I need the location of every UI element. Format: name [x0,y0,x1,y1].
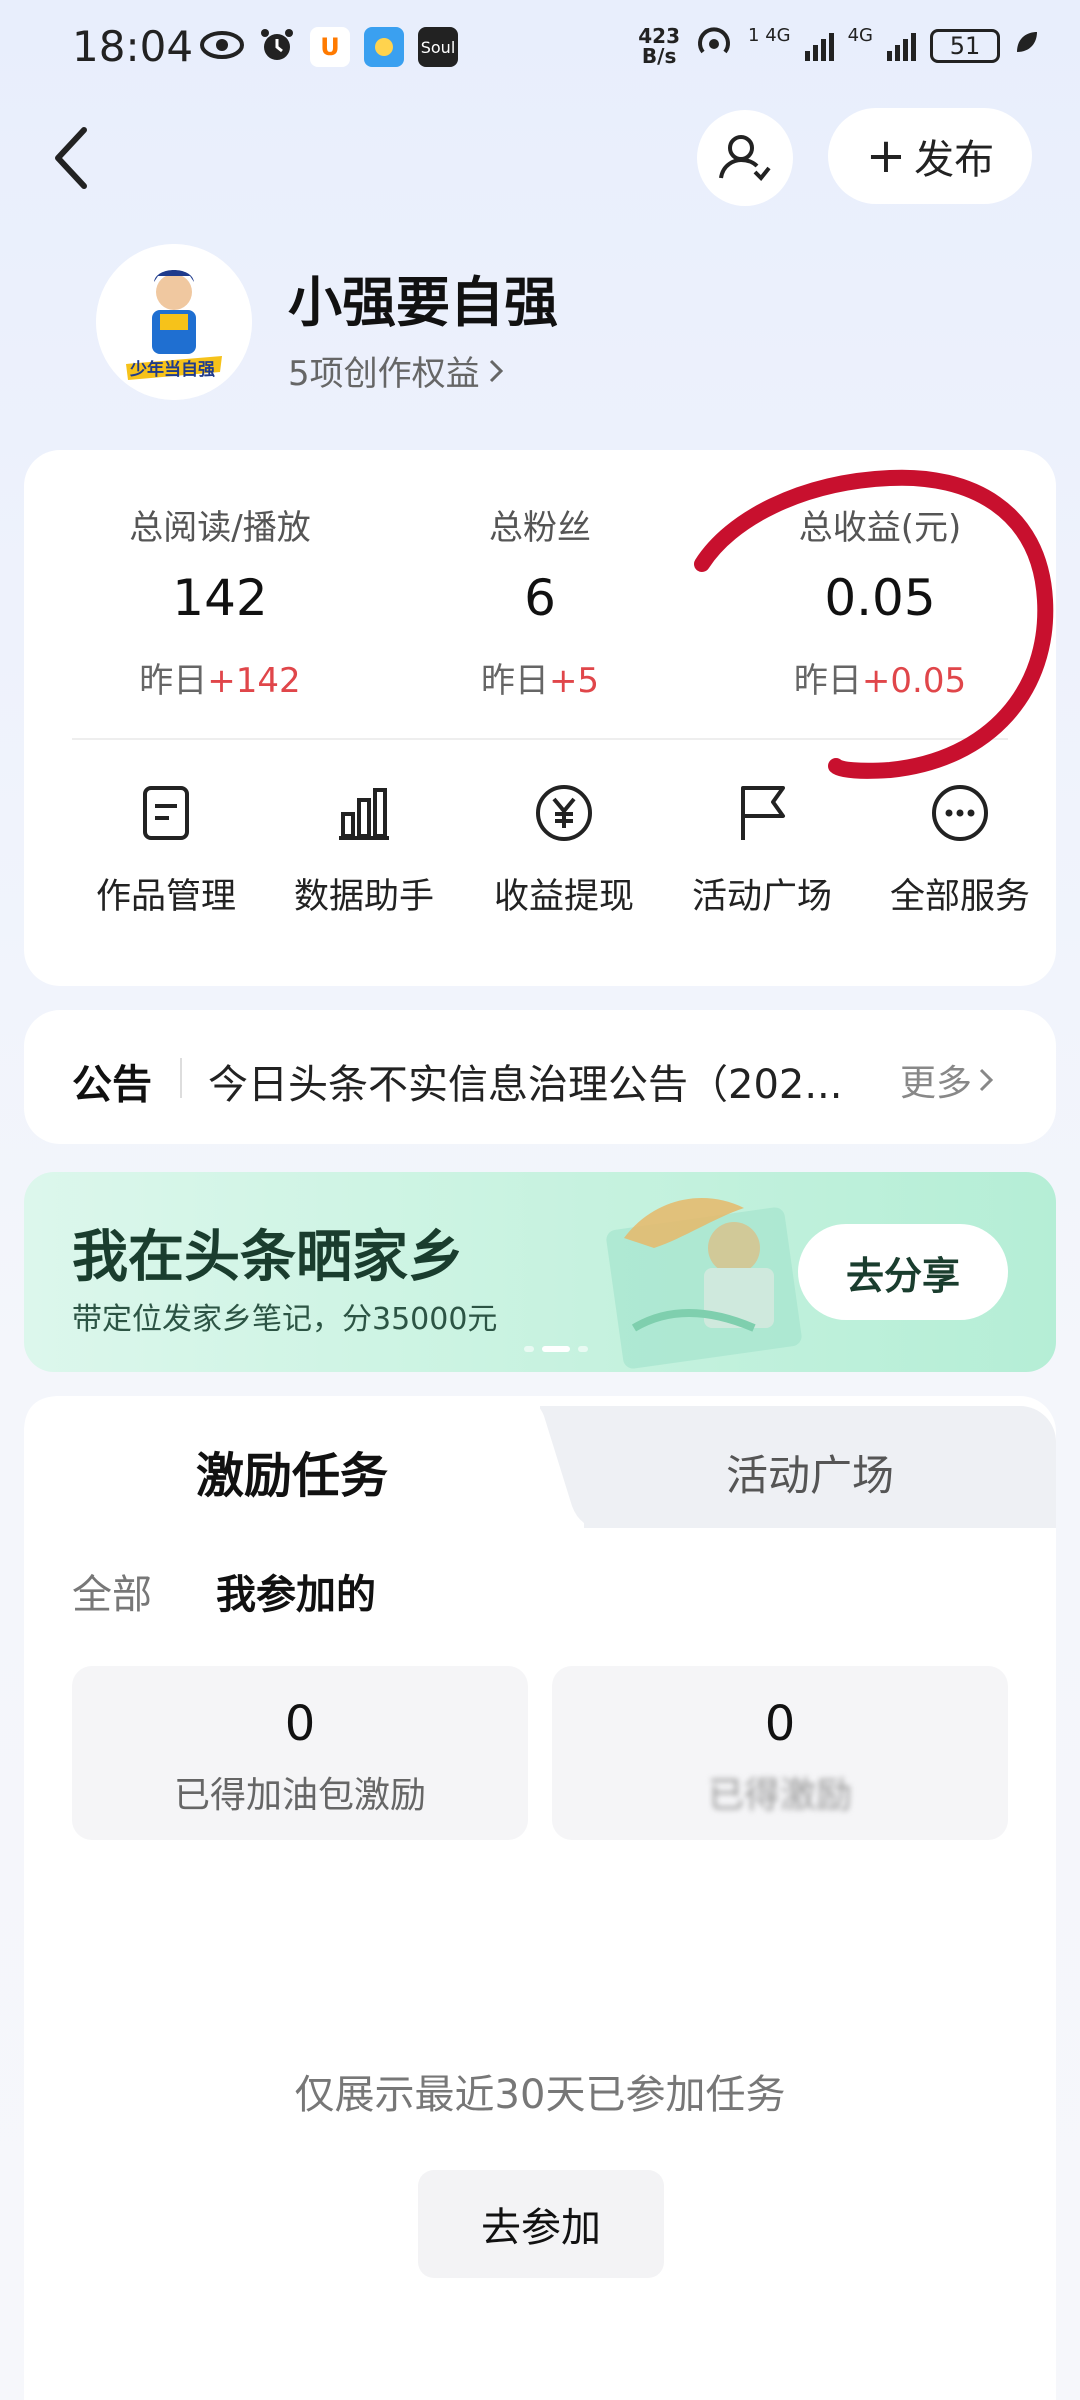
alarm-icon [258,26,296,68]
flag-icon [741,786,785,840]
tool-label: 全部服务 [889,877,1030,917]
empty-state-hint: 仅展示最近30天已参加任务 [294,2072,786,2118]
metric-value: 0 [764,1696,796,1752]
plus-icon: + [865,128,907,184]
stat-value: 0.05 [824,569,936,627]
tool-earnings-withdraw[interactable]: 收益提现 [464,782,664,919]
publish-label: 发布 [914,137,995,183]
banner-title: 我在头条晒家乡 [72,1225,464,1290]
more-dots-icon [932,785,988,841]
hotspot-icon [694,22,734,69]
status-bar: 18:04 U Soul 423 B/s 1 4G 4G 51 [0,0,1080,100]
notice-tag: 公告 [72,1062,152,1108]
user-switch-button[interactable] [697,110,793,206]
signal-icon-2 [887,31,916,61]
join-button[interactable]: 去参加 [418,2170,664,2278]
tab-activity-square[interactable]: 活动广场 [726,1442,894,1503]
tool-label: 收益提现 [493,877,634,917]
bar-chart-icon [339,788,389,840]
more-label: 更多 [900,1063,973,1104]
notice-bar[interactable]: 公告 今日头条不实信息治理公告（202... 更多 [24,1010,1056,1144]
stat-delta: 昨日+0.05 [793,661,967,701]
avatar-image: 少年当自强 [96,244,252,400]
stat-delta: 昨日+142 [139,661,301,701]
avatar-caption: 少年当自强 [129,359,215,380]
filter-all[interactable]: 全部 [72,1562,152,1620]
notice-separator [180,1058,182,1098]
eye-icon [200,30,244,64]
creator-rights-link[interactable]: 5项创作权益 [288,346,504,395]
metric-other-incentive: 0 已得激励 [552,1666,1008,1840]
yen-circle-icon [536,785,592,841]
document-icon [143,786,189,840]
stat-label: 总收益(元) [798,508,962,548]
avatar[interactable]: 少年当自强 [96,244,252,400]
stat-label: 总粉丝 [489,508,591,548]
soul-app-icon: Soul [418,27,458,67]
share-button[interactable]: 去分享 [798,1224,1008,1320]
carousel-dot-active [542,1346,570,1352]
back-button[interactable] [40,118,110,198]
metric-fuel-pack: 0 已得加油包激励 [72,1666,528,1840]
notice-text[interactable]: 今日头条不实信息治理公告（202... [208,1052,868,1110]
leaf-icon [1014,29,1040,62]
filter-joined[interactable]: 我参加的 [216,1562,376,1620]
notice-more-link[interactable]: 更多 [900,1054,994,1106]
user-icon [719,135,771,181]
chevron-right-icon [489,359,503,382]
system-indicators: 423 B/s 1 4G 4G 51 [638,22,1040,69]
stat-value: 142 [172,569,268,627]
battery-icon: 51 [930,28,1000,63]
divider [72,738,1008,740]
tab-incentive-tasks[interactable]: 激励任务 [196,1436,388,1506]
stat-total-earnings[interactable]: 总收益(元) 0.05 昨日+0.05 [710,500,1050,702]
metric-label: 已得激励 [707,1775,852,1816]
stat-value: 6 [524,569,556,627]
stat-total-followers[interactable]: 总粉丝 6 昨日+5 [370,500,710,702]
signal-icon [804,31,834,61]
status-time: 18:04 [72,22,194,71]
username: 小强要自强 [288,271,558,334]
stats-card: 总阅读/播放 142 昨日+142 总粉丝 6 昨日+5 总收益(元) 0.05… [24,450,1056,986]
tool-label: 活动广场 [691,877,832,917]
stat-total-reads[interactable]: 总阅读/播放 142 昨日+142 [50,500,390,702]
publish-button[interactable]: + 发布 [828,108,1032,204]
weather-app-icon [364,27,404,67]
carousel-dot [578,1346,588,1352]
net-speed: 423 B/s [638,23,680,68]
sim2-label: 4G [847,25,873,46]
stat-label: 总阅读/播放 [129,508,311,548]
tool-label: 作品管理 [95,877,236,917]
carousel-dot [524,1346,534,1352]
notification-icons: U Soul [200,26,458,68]
carousel-dots [524,1346,588,1352]
sim1-label: 1 4G [748,25,791,46]
didi-app-icon: U [310,27,350,67]
banner-subtitle: 带定位发家乡笔记，分35000元 [72,1302,498,1337]
tool-data-assistant[interactable]: 数据助手 [264,782,464,919]
tool-label: 数据助手 [293,877,434,917]
rights-label: 5项创作权益 [288,354,480,394]
tool-all-services[interactable]: 全部服务 [860,782,1060,919]
tool-works-management[interactable]: 作品管理 [66,782,266,919]
stat-delta: 昨日+5 [480,661,600,701]
tool-activity-square[interactable]: 活动广场 [662,782,862,919]
metric-value: 0 [284,1696,316,1752]
chevron-right-icon [979,1068,994,1092]
chevron-left-icon [55,127,87,189]
hometown-banner[interactable]: 我在头条晒家乡 带定位发家乡笔记，分35000元 去分享 [24,1172,1056,1372]
metric-label: 已得加油包激励 [173,1775,426,1816]
